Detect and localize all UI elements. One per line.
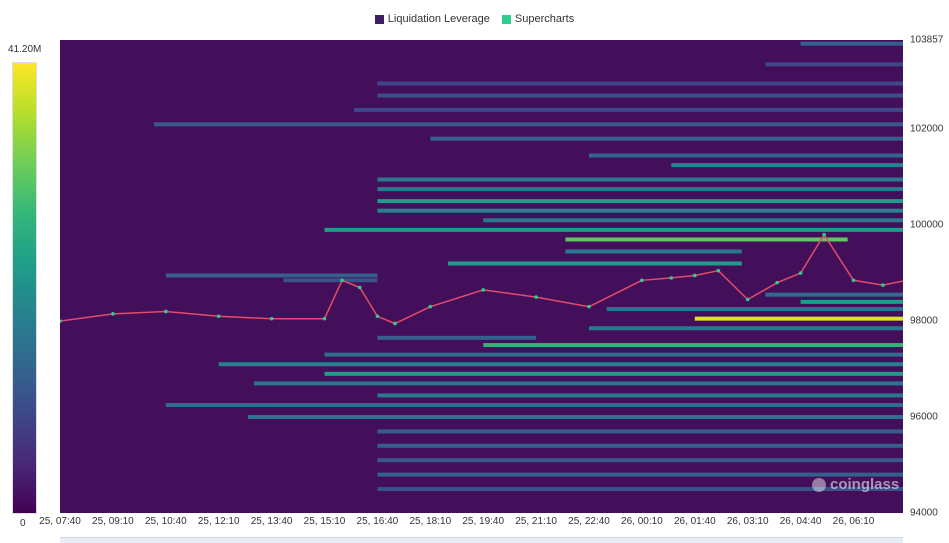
liquidation-level-18[interactable] — [165, 273, 378, 278]
price-point-8 — [375, 314, 380, 319]
price-point-7 — [357, 285, 362, 290]
price-point-15 — [669, 276, 674, 280]
liquidation-level-36[interactable] — [377, 458, 903, 463]
x-tick-label-6: 25, 16:40 — [356, 516, 399, 527]
liquidation-level-7[interactable] — [589, 153, 903, 158]
liquidation-level-15[interactable] — [565, 237, 848, 242]
liquidation-level-29[interactable] — [324, 371, 904, 376]
liquidation-level-12[interactable] — [377, 208, 903, 213]
y-tick-label-4: 102000 — [910, 123, 944, 135]
liquidation-level-21[interactable] — [800, 299, 903, 304]
coinglass-watermark: coinglass — [812, 476, 899, 493]
liquidation-level-25[interactable] — [377, 335, 537, 340]
y-tick-label-1: 96000 — [910, 411, 938, 423]
y-tick-label-2: 98000 — [910, 315, 938, 327]
price-point-13 — [587, 304, 591, 309]
x-axis: 25, 07:40 25, 09:10 25, 10:40 25, 12:10 25, … — [0, 516, 949, 536]
price-point-21 — [822, 232, 826, 237]
price-point-4 — [269, 316, 274, 321]
chart-legend: Liquidation Leverage Supercharts — [0, 10, 949, 28]
liquidation-level-30[interactable] — [253, 381, 903, 386]
x-tick-label-14: 26, 04:40 — [779, 516, 822, 527]
liquidation-level-14[interactable] — [324, 227, 904, 232]
liquidation-level-32[interactable] — [165, 403, 903, 408]
x-tick-label-1: 25, 09:10 — [92, 516, 134, 527]
liquidation-level-31[interactable] — [377, 393, 903, 398]
x-tick-label-4: 25, 13:40 — [250, 516, 293, 527]
legend-label-liquidation-leverage: Liquidation Leverage — [387, 13, 490, 25]
x-tick-label-5: 25, 15:10 — [303, 516, 346, 527]
liquidation-level-27[interactable] — [324, 352, 904, 357]
liquidation-level-22[interactable] — [606, 307, 903, 312]
price-point-3 — [216, 314, 221, 319]
liquidation-level-2[interactable] — [377, 81, 903, 86]
legend-swatch-liquidation-leverage — [374, 14, 384, 24]
x-tick-label-2: 25, 10:40 — [144, 516, 187, 527]
price-point-5 — [322, 316, 327, 321]
x-tick-label-7: 25, 18:10 — [409, 516, 452, 527]
liquidation-level-34[interactable] — [377, 429, 903, 434]
x-tick-label-10: 25, 22:40 — [568, 516, 610, 527]
liquidation-heatmap[interactable] — [60, 40, 903, 513]
liquidation-level-4[interactable] — [353, 107, 903, 112]
liquidation-level-13[interactable] — [483, 218, 903, 223]
liquidation-level-23[interactable] — [694, 316, 903, 321]
liquidation-level-17[interactable] — [447, 261, 742, 266]
colorbar-max-label: 41.20M — [8, 44, 42, 55]
liquidation-level-16[interactable] — [565, 249, 742, 254]
y-tick-label-5: 103857 — [910, 34, 944, 46]
price-point-19 — [775, 280, 779, 285]
x-tick-label-3: 25, 12:10 — [197, 516, 240, 527]
liquidation-level-19[interactable] — [283, 278, 378, 283]
legend-label-supercharts: Supercharts — [514, 13, 575, 25]
price-point-17 — [716, 268, 721, 273]
x-tick-label-0: 25, 07:40 — [39, 516, 81, 527]
liquidation-level-1[interactable] — [765, 62, 903, 67]
x-tick-label-11: 26, 00:10 — [621, 516, 663, 527]
legend-item-liquidation-leverage[interactable]: Liquidation Leverage — [374, 10, 490, 28]
price-point-16 — [693, 273, 697, 278]
coinglass-logo-icon — [812, 477, 826, 492]
x-tick-label-12: 26, 01:40 — [673, 516, 716, 527]
y-axis: 94000 96000 98000 100000 102000 103857 — [903, 0, 949, 542]
legend-swatch-supercharts — [501, 14, 511, 24]
liquidation-level-5[interactable] — [154, 122, 903, 127]
price-point-1 — [111, 312, 115, 316]
x-tick-label-15: 26, 06:10 — [832, 516, 875, 527]
liquidation-level-3[interactable] — [377, 93, 903, 98]
price-point-20 — [798, 271, 803, 275]
price-point-14 — [640, 278, 644, 283]
liquidation-level-9[interactable] — [377, 177, 903, 182]
liquidation-level-33[interactable] — [248, 415, 903, 420]
price-point-12 — [534, 295, 538, 299]
liquidation-level-6[interactable] — [430, 136, 903, 141]
x-tick-label-13: 26, 03:10 — [726, 516, 769, 527]
liquidation-level-35[interactable] — [377, 443, 903, 448]
colorbar — [12, 62, 37, 514]
liquidation-level-20[interactable] — [765, 292, 903, 297]
price-point-18 — [745, 297, 750, 302]
price-point-6 — [340, 278, 344, 283]
legend-item-supercharts[interactable]: Supercharts — [501, 10, 575, 28]
x-tick-label-8: 25, 19:40 — [462, 516, 505, 527]
x-tick-label-9: 25, 21:10 — [515, 516, 557, 527]
price-point-22 — [851, 278, 856, 283]
price-point-9 — [393, 321, 397, 326]
price-point-2 — [164, 309, 168, 314]
price-point-23 — [881, 283, 885, 287]
liquidation-level-0[interactable] — [800, 41, 903, 46]
liquidation-level-11[interactable] — [377, 199, 903, 204]
liquidation-level-8[interactable] — [671, 163, 903, 168]
liquidation-level-28[interactable] — [218, 362, 903, 367]
price-point-11 — [481, 288, 486, 292]
price-point-10 — [428, 304, 433, 309]
liquidation-level-10[interactable] — [377, 187, 903, 192]
watermark-text: coinglass — [830, 476, 900, 493]
time-range-scrollbar[interactable] — [60, 537, 903, 543]
y-tick-label-3: 100000 — [910, 219, 944, 231]
liquidation-level-26[interactable] — [483, 343, 903, 348]
liquidation-level-24[interactable] — [589, 326, 903, 331]
